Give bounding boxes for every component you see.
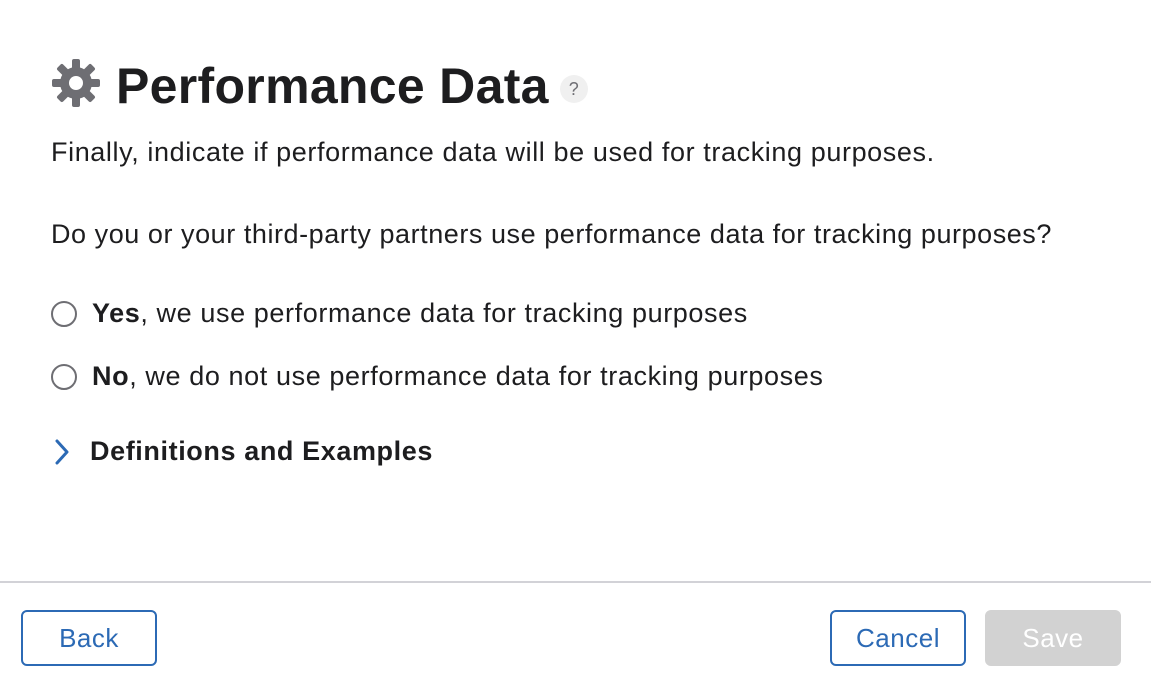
footer-divider	[0, 581, 1151, 583]
option-yes-rest: , we use performance data for tracking p…	[140, 298, 748, 328]
back-button[interactable]: Back	[21, 610, 157, 666]
radio-yes[interactable]	[51, 300, 77, 327]
chevron-right-icon	[51, 437, 73, 467]
option-yes-bold: Yes	[92, 298, 141, 328]
gear-icon	[51, 58, 101, 108]
page-title: Performance Data	[116, 58, 549, 114]
performance-data-dialog: Performance Data ? Finally, indicate if …	[0, 0, 1151, 683]
help-icon[interactable]: ?	[559, 75, 588, 103]
option-yes[interactable]: Yes, we use performance data for trackin…	[51, 298, 748, 329]
disclosure-label: Definitions and Examples	[90, 436, 433, 466]
radio-no[interactable]	[51, 363, 77, 390]
question-text: Do you or your third-party partners use …	[51, 219, 1052, 249]
intro-text: Finally, indicate if performance data wi…	[51, 137, 935, 167]
option-yes-label: Yes, we use performance data for trackin…	[92, 298, 748, 329]
option-no-rest: , we do not use performance data for tra…	[129, 361, 824, 391]
dialog-header: Performance Data ?	[51, 56, 588, 116]
option-no-bold: No	[92, 361, 130, 391]
option-no-label: No, we do not use performance data for t…	[92, 361, 823, 392]
cancel-button[interactable]: Cancel	[830, 610, 966, 666]
option-no[interactable]: No, we do not use performance data for t…	[51, 361, 823, 392]
save-button[interactable]: Save	[985, 610, 1121, 666]
definitions-disclosure[interactable]: Definitions and Examples	[51, 436, 433, 467]
